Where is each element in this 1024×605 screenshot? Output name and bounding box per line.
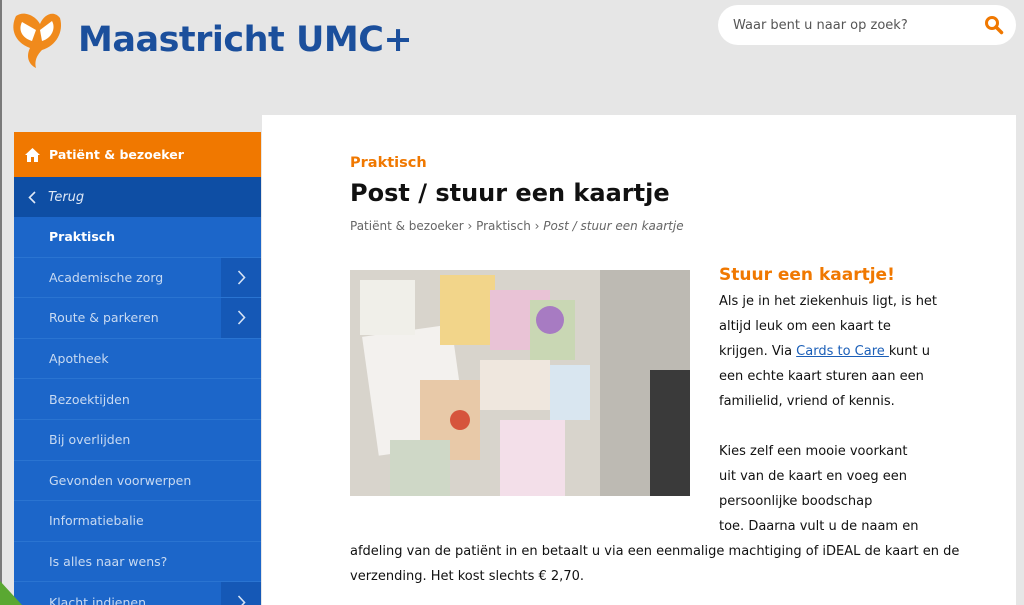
paragraph-line: Kies zelf een mooie voorkant bbox=[719, 444, 908, 459]
main-content: Praktisch Post / stuur een kaartje Patië… bbox=[262, 115, 1016, 605]
breadcrumb-separator: › bbox=[530, 219, 544, 233]
paragraph-line: verzending. Het kost slechts € 2,70. bbox=[350, 569, 584, 584]
section-kicker: Praktisch bbox=[350, 155, 427, 171]
page-title: Post / stuur een kaartje bbox=[350, 179, 670, 207]
paragraph-line: een echte kaart sturen aan een bbox=[719, 369, 924, 384]
chevron-right-icon[interactable] bbox=[221, 582, 261, 605]
breadcrumb-item-patient[interactable]: Patiënt & bezoeker bbox=[350, 219, 464, 233]
sidebar-item-label: Bezoektijden bbox=[49, 391, 130, 407]
sidebar-item-label: Route & parkeren bbox=[49, 310, 159, 326]
back-link[interactable]: Terug bbox=[14, 177, 261, 217]
paragraph-line: afdeling van de patiënt in en betaalt u … bbox=[350, 544, 960, 559]
sidebar-item-label: Apotheek bbox=[49, 351, 109, 367]
sidebar-item-informatiebalie[interactable]: Informatiebalie bbox=[14, 501, 261, 542]
sidebar-item-label: Klacht indienen bbox=[49, 594, 147, 605]
paragraph-text: krijgen. Via bbox=[719, 344, 797, 359]
breadcrumb: Patiënt & bezoeker › Praktisch › Post / … bbox=[350, 219, 684, 233]
corner-decoration bbox=[0, 581, 22, 605]
brand-name[interactable]: Maastricht UMC+ bbox=[78, 20, 413, 60]
sidebar-item-is-alles-naar-wens[interactable]: Is alles naar wens? bbox=[14, 541, 261, 583]
sidebar-item-gevonden-voorwerpen[interactable]: Gevonden voorwerpen bbox=[14, 460, 261, 502]
cards-to-care-link[interactable]: Cards to Care bbox=[796, 344, 889, 359]
sidebar-item-label: Informatiebalie bbox=[49, 513, 144, 529]
paragraph-line: altijd leuk om een kaart te bbox=[719, 319, 891, 334]
chevron-right-icon[interactable] bbox=[221, 298, 261, 338]
cards-wall-photo bbox=[350, 270, 690, 496]
umc-logo-icon[interactable] bbox=[8, 8, 66, 70]
breadcrumb-separator: › bbox=[463, 219, 477, 233]
paragraph-line: uit van de kaart en voeg een bbox=[719, 469, 907, 484]
sidebar-item-label: Bij overlijden bbox=[49, 432, 131, 448]
sidebar-item-bezoektijden[interactable]: Bezoektijden bbox=[14, 379, 261, 420]
paragraph-line: Als je in het ziekenhuis ligt, is het bbox=[719, 294, 938, 309]
sidebar-item-label: Academische zorg bbox=[49, 269, 164, 285]
section-heading: Stuur een kaartje! bbox=[719, 265, 895, 285]
sidebar-nav: Patiënt & bezoeker Terug Praktisch Academ… bbox=[14, 132, 261, 605]
breadcrumb-current: Post / stuur een kaartje bbox=[543, 219, 684, 233]
paragraph-line: familielid, vriend of kennis. bbox=[719, 394, 895, 409]
paragraph-line: krijgen. Via Cards to Care kunt u bbox=[719, 339, 930, 364]
sidebar-item-klacht-indienen[interactable]: Klacht indienen bbox=[14, 582, 261, 605]
sidebar-item-label: Praktisch bbox=[49, 229, 116, 245]
sidebar-item-academische-zorg[interactable]: Academische zorg bbox=[14, 257, 261, 299]
sidebar-section-label: Patiënt & bezoeker bbox=[49, 147, 184, 162]
search-icon[interactable] bbox=[984, 15, 1004, 35]
sidebar-item-label: Is alles naar wens? bbox=[49, 554, 168, 570]
sidebar-item-praktisch[interactable]: Praktisch bbox=[14, 217, 261, 258]
sidebar-item-apotheek[interactable]: Apotheek bbox=[14, 338, 261, 380]
back-label: Terug bbox=[48, 189, 85, 205]
paragraph-text: kunt u bbox=[888, 344, 930, 359]
search-box[interactable] bbox=[718, 5, 1016, 45]
sidebar-section-header[interactable]: Patiënt & bezoeker bbox=[14, 132, 261, 177]
sidebar-item-route-parkeren[interactable]: Route & parkeren bbox=[14, 298, 261, 339]
chevron-left-icon bbox=[28, 190, 36, 204]
sidebar-item-bij-overlijden[interactable]: Bij overlijden bbox=[14, 419, 261, 461]
breadcrumb-item-praktisch[interactable]: Praktisch bbox=[476, 219, 531, 233]
sidebar-item-label: Gevonden voorwerpen bbox=[49, 472, 192, 488]
window-edge bbox=[0, 0, 2, 605]
search-input[interactable] bbox=[733, 17, 973, 33]
paragraph-line: persoonlijke boodschap bbox=[719, 494, 873, 509]
paragraph-line: toe. Daarna vult u de naam en bbox=[719, 519, 919, 534]
chevron-right-icon[interactable] bbox=[221, 257, 261, 298]
home-icon bbox=[25, 147, 40, 162]
